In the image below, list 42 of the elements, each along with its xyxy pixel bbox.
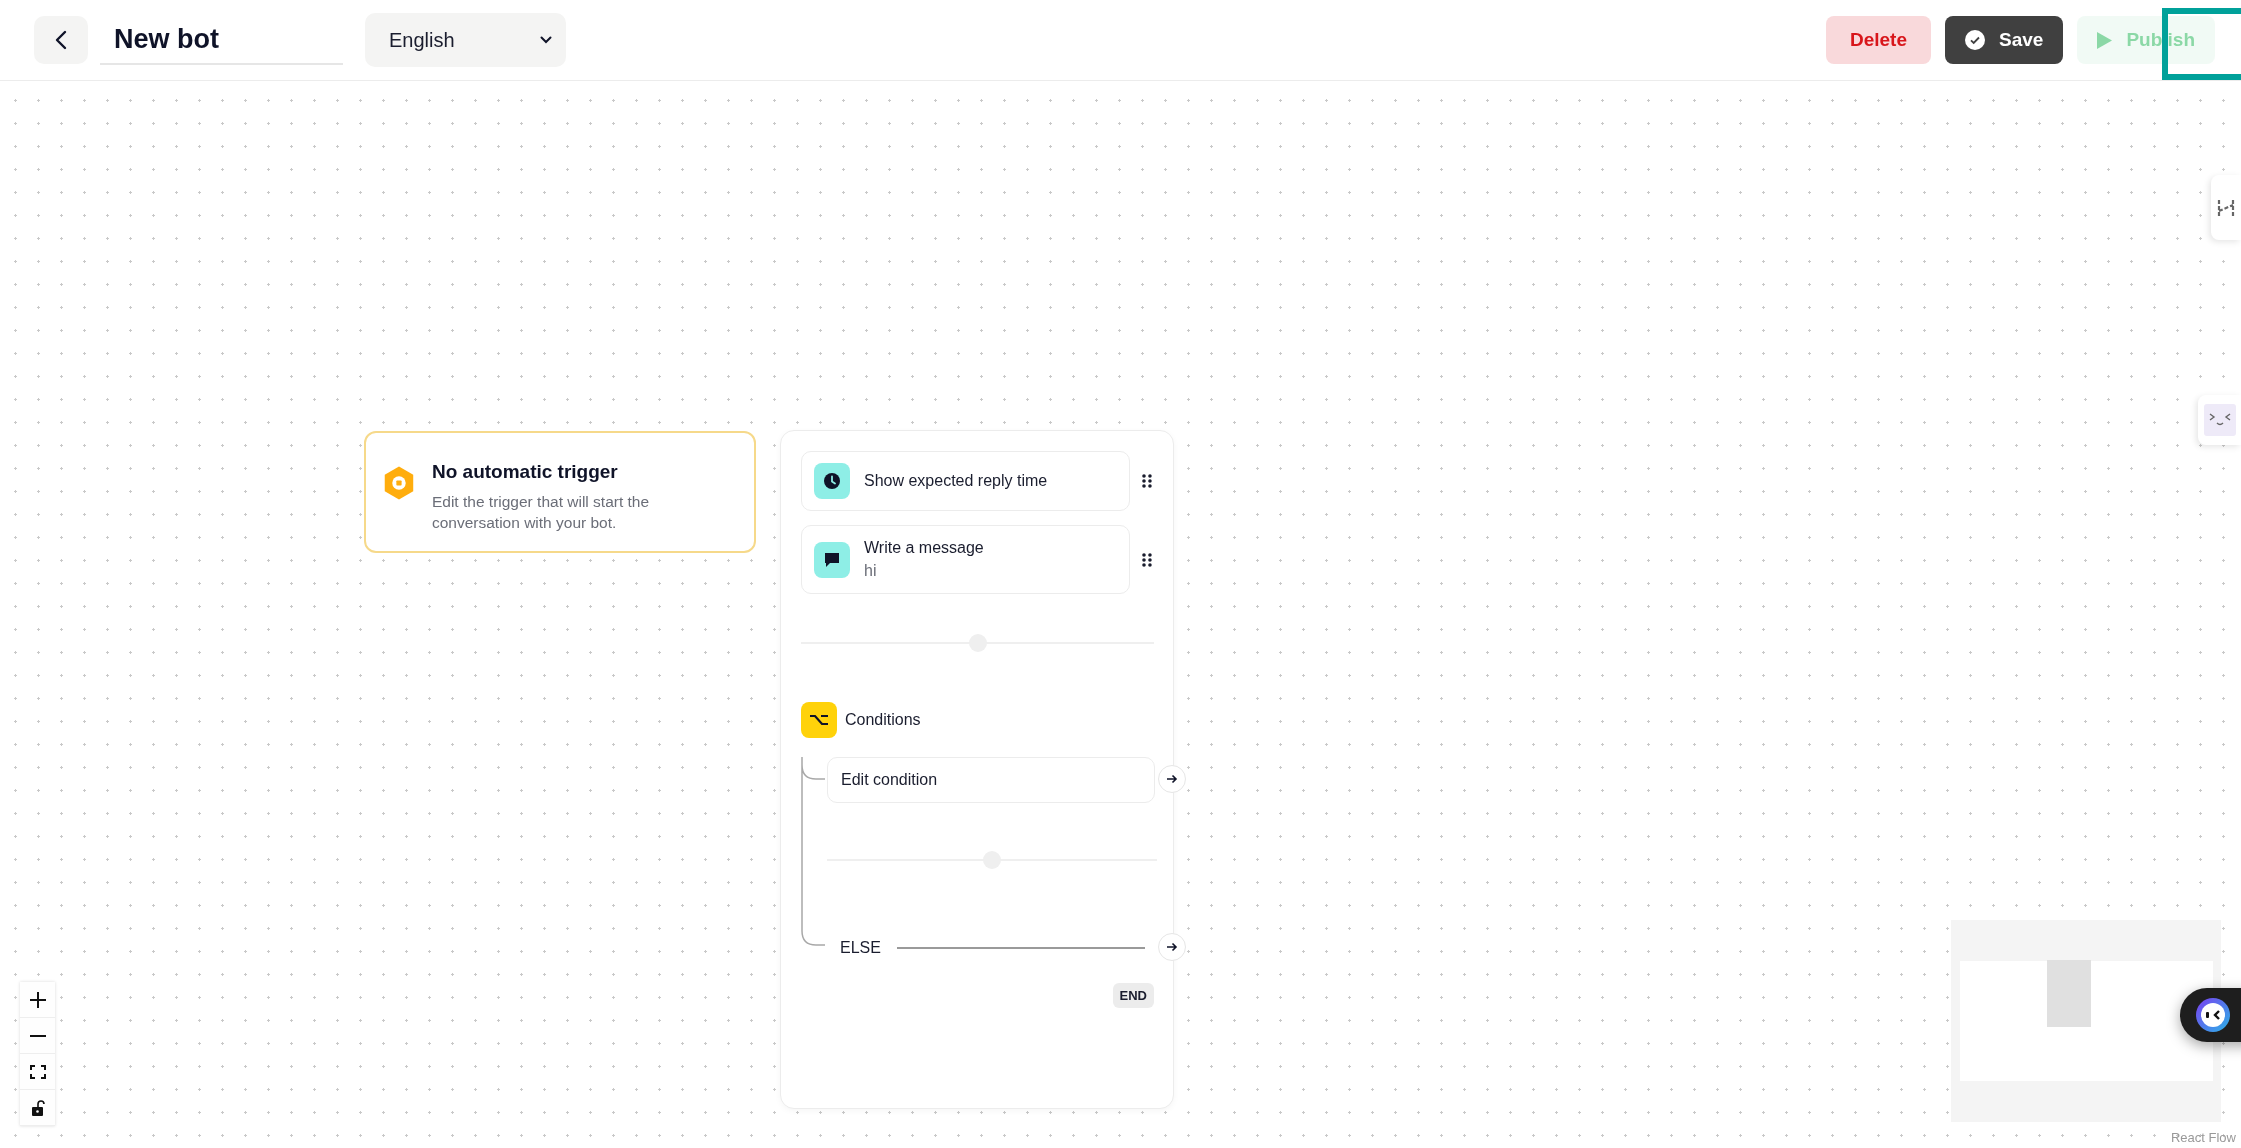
branch-icon [809, 714, 829, 726]
zoom-in-button[interactable] [20, 982, 55, 1018]
check-circle-icon [1965, 30, 1985, 50]
fullscreen-icon [29, 1064, 46, 1079]
trigger-description: Edit the trigger that will start the conversation with your bot. [431, 492, 651, 533]
face-icon [2203, 404, 2236, 436]
play-icon [2097, 31, 2113, 49]
fit-view-button[interactable] [20, 1054, 55, 1090]
bot-name-field[interactable]: New bot [100, 15, 343, 65]
unlocked-lock-icon [30, 1099, 45, 1116]
chat-avatar-icon [2196, 998, 2230, 1032]
clock-icon [823, 472, 841, 490]
arrow-right-icon [1166, 774, 1178, 784]
step-label: Show expected reply time [864, 472, 1048, 490]
chevron-down-icon [540, 36, 552, 44]
minimap-node [2047, 960, 2091, 1027]
plus-icon [29, 991, 46, 1008]
side-panel-tab[interactable] [2211, 175, 2241, 240]
arrow-right-icon [1166, 942, 1178, 952]
step-label: Write a message [864, 539, 984, 557]
chat-bubble-icon [823, 550, 841, 569]
message-preview: hi [864, 562, 878, 580]
minus-icon [29, 1033, 46, 1038]
trigger-title: No automatic trigger [431, 461, 619, 483]
save-button[interactable]: Save [1945, 16, 2064, 64]
flow-block[interactable]: Show expected reply time Write a message hi Conditions Edit condition ELSE END [780, 430, 1174, 1109]
delete-button[interactable]: Delete [1825, 16, 1931, 64]
lock-button[interactable] [20, 1090, 55, 1126]
zoom-out-button[interactable] [20, 1018, 55, 1054]
minimap[interactable] [1951, 920, 2221, 1122]
else-label: ELSE [839, 939, 881, 957]
chat-launcher-button[interactable] [2180, 988, 2241, 1042]
trigger-node[interactable]: No automatic trigger Edit the trigger that will start the conversation with your bot. [364, 431, 756, 553]
chevron-left-icon [55, 30, 67, 50]
condition-card[interactable]: Edit condition [827, 757, 1155, 803]
drag-handle-icon[interactable] [1142, 552, 1152, 567]
end-badge: END [1112, 983, 1154, 1008]
drag-handle-icon[interactable] [1142, 474, 1152, 488]
step-card[interactable]: Show expected reply time [801, 451, 1131, 511]
conditions-title: Conditions [845, 711, 921, 729]
step-card[interactable]: Write a message hi [801, 525, 1131, 594]
language-select[interactable]: English [365, 13, 566, 67]
